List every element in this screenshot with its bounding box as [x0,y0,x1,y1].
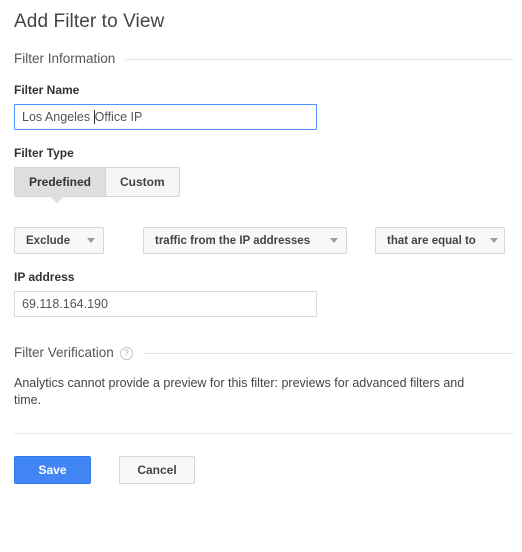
tab-predefined[interactable]: Predefined [15,168,106,196]
filter-information-label: Filter Information [14,51,116,66]
chevron-down-icon [489,238,498,243]
filter-name-input[interactable]: Los Angeles Office IP [14,104,317,130]
form-actions: Save Cancel [14,456,522,484]
footer-divider [14,433,514,434]
filter-name-text-after-caret: Office IP [94,110,143,124]
ip-address-input[interactable] [14,291,317,317]
chevron-down-icon [330,238,338,243]
filter-action-dropdown[interactable]: Exclude [14,227,104,254]
cancel-button[interactable]: Cancel [119,456,195,484]
chevron-down-icon [87,238,95,243]
filter-verification-label: Filter Verification [14,345,114,360]
add-filter-panel: Add Filter to View Filter Information Fi… [0,0,522,552]
section-divider [142,352,514,354]
filter-action-value: Exclude [26,234,71,247]
filter-type-tab-group: Predefined Custom [14,167,180,203]
ip-address-label: IP address [14,270,75,284]
filter-match-type-dropdown[interactable]: that are equal to [375,227,505,254]
filter-information-section-header: Filter Information [14,51,522,67]
filter-verification-section-header: Filter Verification ? [14,345,522,361]
tab-custom[interactable]: Custom [105,168,179,196]
filter-name-text-before-caret: Los Angeles [22,110,94,124]
section-divider [125,58,514,60]
filter-match-type-value: that are equal to [387,234,476,247]
page-title: Add Filter to View [14,11,165,32]
filter-source-dropdown[interactable]: traffic from the IP addresses [143,227,347,254]
filter-type-label: Filter Type [14,146,74,160]
help-circle-icon[interactable]: ? [119,346,133,360]
filter-source-value: traffic from the IP addresses [155,234,311,247]
save-button[interactable]: Save [14,456,91,484]
selected-tab-arrow-icon [48,195,66,203]
filter-expression-row: Exclude traffic from the IP addresses th… [14,227,522,254]
filter-verification-message: Analytics cannot provide a preview for t… [14,376,465,407]
filter-name-label: Filter Name [14,83,80,97]
